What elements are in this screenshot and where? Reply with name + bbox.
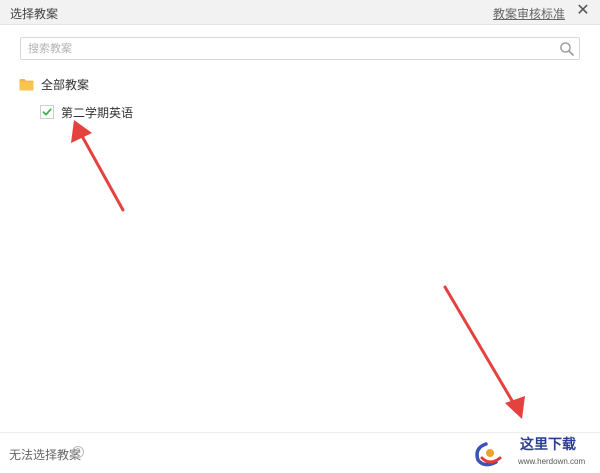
search-input[interactable] <box>21 38 548 59</box>
search-box <box>20 37 580 60</box>
watermark-url: www.herdown.com <box>517 457 585 466</box>
tree-item-plan[interactable]: 第二学期英语 <box>40 104 133 120</box>
tree-item-all-plans[interactable]: 全部教案 <box>19 76 89 92</box>
tree-root-label: 全部教案 <box>41 77 90 92</box>
search-icon[interactable] <box>559 41 575 57</box>
tree-child-label: 第二学期英语 <box>61 105 134 120</box>
help-icon[interactable]: ? <box>72 446 84 458</box>
annotation-arrow-corner <box>443 285 525 419</box>
watermark-logo: 这里下载 www.herdown.com <box>475 436 585 467</box>
annotation-arrow-checkbox <box>71 120 125 212</box>
close-icon[interactable]: ✕ <box>575 3 591 19</box>
dialog-header: 选择教案 教案审核标准 ✕ <box>0 0 600 25</box>
status-text: 无法选择教案 <box>9 448 82 462</box>
plan-checkbox[interactable] <box>40 105 54 119</box>
folder-icon <box>19 78 34 90</box>
review-criteria-link[interactable]: 教案审核标准 <box>493 5 565 22</box>
annotation-arrows <box>71 120 525 419</box>
checkmark-icon <box>42 108 52 116</box>
watermark-text: 这里下载 <box>520 436 576 453</box>
dialog-title: 选择教案 <box>10 7 59 21</box>
